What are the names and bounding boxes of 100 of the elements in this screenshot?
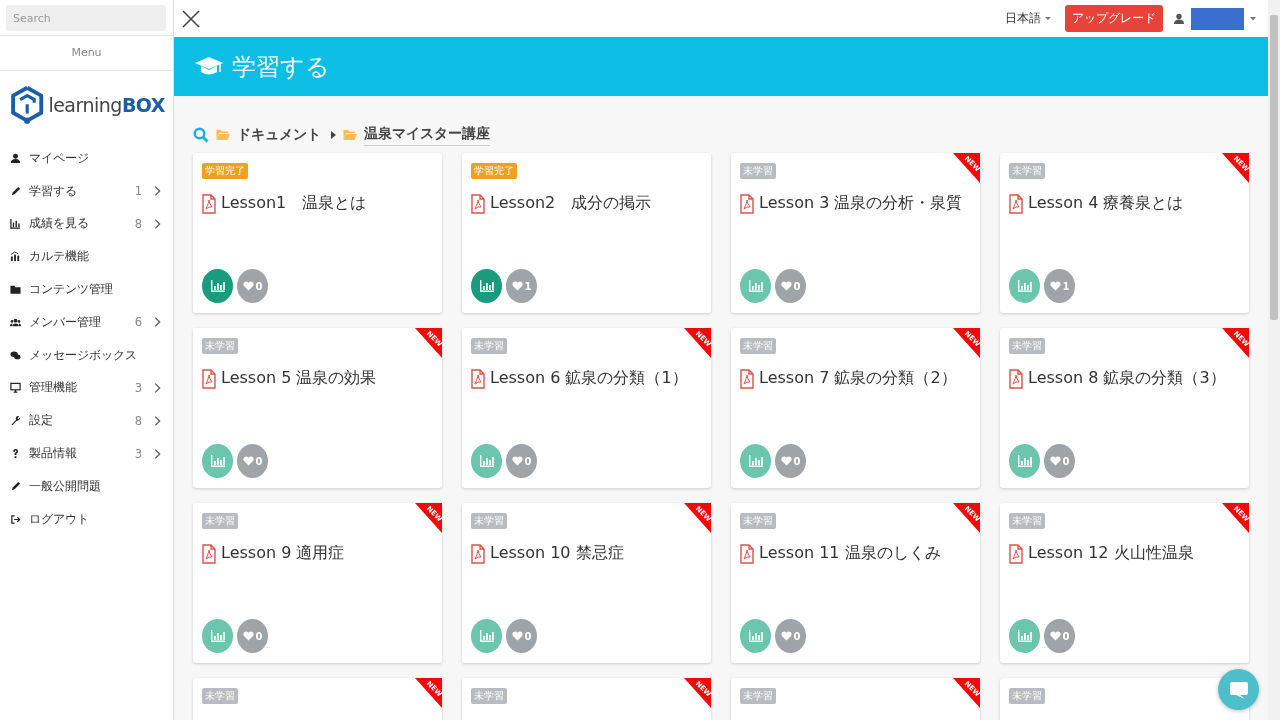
status-label: 学習完了: [471, 163, 517, 179]
menu-item-label: 設定: [29, 413, 54, 429]
menu-count: 3: [134, 380, 142, 395]
menu-item[interactable]: メッセージボックス: [0, 338, 173, 372]
lesson-title[interactable]: Lesson 10 禁忌症: [490, 543, 624, 564]
bar-chart-icon: [210, 455, 225, 467]
new-ribbon: [953, 503, 980, 533]
menu-item-label: ログアウト: [29, 511, 90, 527]
pdf-file-icon: [202, 368, 216, 389]
monitor-icon: [10, 382, 21, 394]
users-icon: [10, 316, 21, 328]
stats-button[interactable]: [202, 444, 233, 478]
chat-button[interactable]: [1218, 669, 1259, 710]
lesson-title[interactable]: Lesson 12 火山性温泉: [1028, 543, 1194, 564]
stats-button[interactable]: [471, 619, 502, 653]
stats-button[interactable]: [202, 619, 233, 653]
heart-icon: [242, 281, 254, 291]
lesson-title[interactable]: Lesson 9 適用症: [221, 543, 345, 564]
bar-chart-icon: [479, 455, 494, 467]
search-field[interactable]: Search: [6, 5, 166, 31]
redacted-username: [1191, 7, 1244, 30]
breadcrumb-link[interactable]: ドキュメント: [237, 126, 321, 144]
menu-item[interactable]: マイページ: [0, 142, 173, 175]
pdf-file-icon: [1009, 368, 1023, 389]
pdf-file-icon: [202, 193, 216, 214]
lesson-card[interactable]: 学習完了 Lesson1 温泉とは 0: [193, 153, 442, 313]
status-label: 未学習: [471, 688, 507, 704]
stats-button[interactable]: [471, 444, 502, 478]
caret-down-icon[interactable]: [1250, 16, 1256, 21]
menu-item-label: 学習する: [29, 183, 78, 199]
heart-icon: [1049, 456, 1061, 466]
lesson-title[interactable]: Lesson 11 温泉のしくみ: [759, 543, 941, 564]
folder-icon: [216, 129, 230, 141]
user-icon[interactable]: [1173, 12, 1185, 25]
menu-item[interactable]: メンバー管理 6: [0, 306, 173, 339]
menu-item[interactable]: ログアウト: [0, 502, 173, 536]
lesson-title[interactable]: Lesson 8 鉱泉の分類（3）: [1028, 368, 1226, 389]
pdf-file-icon: [471, 368, 485, 389]
stats-button[interactable]: [740, 444, 771, 478]
lesson-title[interactable]: Lesson 6 鉱泉の分類（1）: [490, 368, 688, 389]
stats-button[interactable]: [1009, 269, 1040, 303]
menu-count: 3: [134, 446, 142, 461]
bar-chart-icon: [748, 630, 763, 642]
folder-icon: [10, 284, 21, 296]
menu-count: 6: [134, 315, 142, 330]
menu-item[interactable]: 設定 8: [0, 404, 173, 438]
new-ribbon: [953, 153, 980, 183]
breadcrumb-link[interactable]: 温泉マイスター講座: [364, 124, 490, 146]
menu-item-label: コンテンツ管理: [29, 282, 114, 298]
upgrade-button[interactable]: アップグレード: [1065, 5, 1163, 32]
bars-icon: [10, 251, 21, 263]
menu-item[interactable]: コンテンツ管理: [0, 273, 173, 306]
status-label: 未学習: [1009, 163, 1045, 179]
new-ribbon: [1222, 503, 1249, 533]
user-icon: [10, 152, 21, 164]
menu-item[interactable]: 学習する 1: [0, 174, 173, 208]
heart-icon: [511, 631, 523, 641]
new-ribbon: [1222, 153, 1249, 183]
menu-item[interactable]: 成績を見る 8: [0, 207, 173, 241]
menu-item-label: マイページ: [29, 150, 90, 166]
menu-item[interactable]: カルテ機能: [0, 240, 173, 274]
status-label: 未学習: [1009, 338, 1045, 354]
new-ribbon: [684, 503, 711, 533]
stats-button[interactable]: [740, 269, 771, 303]
stats-button[interactable]: [740, 619, 771, 653]
menu-item-label: 一般公開問題: [29, 478, 102, 494]
lesson-title[interactable]: Lesson1 温泉とは: [221, 193, 367, 214]
lesson-title[interactable]: Lesson 7 鉱泉の分類（2）: [759, 368, 957, 389]
bar-chart-icon: [1017, 455, 1032, 467]
scrollbar-thumb[interactable]: [1270, 15, 1278, 320]
search-icon[interactable]: [193, 127, 209, 143]
new-ribbon: [684, 678, 711, 708]
menu-item[interactable]: 一般公開問題: [0, 469, 173, 503]
logo-text: learning: [48, 94, 122, 116]
lesson-title[interactable]: Lesson 3 温泉の分析・泉質: [759, 193, 963, 214]
new-ribbon: [415, 503, 442, 533]
chat-bubble-icon: [1228, 679, 1249, 700]
folder-icon: [343, 129, 357, 141]
stats-button[interactable]: [1009, 619, 1040, 653]
lesson-title[interactable]: Lesson 5 温泉の効果: [221, 368, 377, 389]
menu-item[interactable]: 製品情報 3: [0, 437, 173, 470]
pdf-file-icon: [740, 193, 754, 214]
menu-item[interactable]: 管理機能 3: [0, 371, 173, 405]
logo-text: BOX: [121, 94, 165, 116]
lesson-title[interactable]: Lesson2 成分の掲示: [490, 193, 652, 214]
lesson-title[interactable]: Lesson 4 療養泉とは: [1028, 193, 1184, 214]
new-ribbon: [415, 328, 442, 358]
chat-icon: [10, 349, 21, 361]
heart-icon: [511, 456, 523, 466]
close-icon[interactable]: [182, 9, 200, 28]
stats-button[interactable]: [202, 269, 233, 303]
status-label: 未学習: [740, 513, 776, 529]
stats-button[interactable]: [1009, 444, 1040, 478]
status-label: 未学習: [740, 688, 776, 704]
language-dropdown[interactable]: 日本語: [1005, 10, 1051, 27]
menu-item-label: カルテ機能: [29, 249, 90, 265]
status-label: 学習完了: [202, 163, 248, 179]
stats-button[interactable]: [471, 269, 502, 303]
menu-item-label: メンバー管理: [29, 314, 102, 330]
lesson-card[interactable]: 学習完了 Lesson2 成分の掲示 1: [462, 153, 711, 313]
